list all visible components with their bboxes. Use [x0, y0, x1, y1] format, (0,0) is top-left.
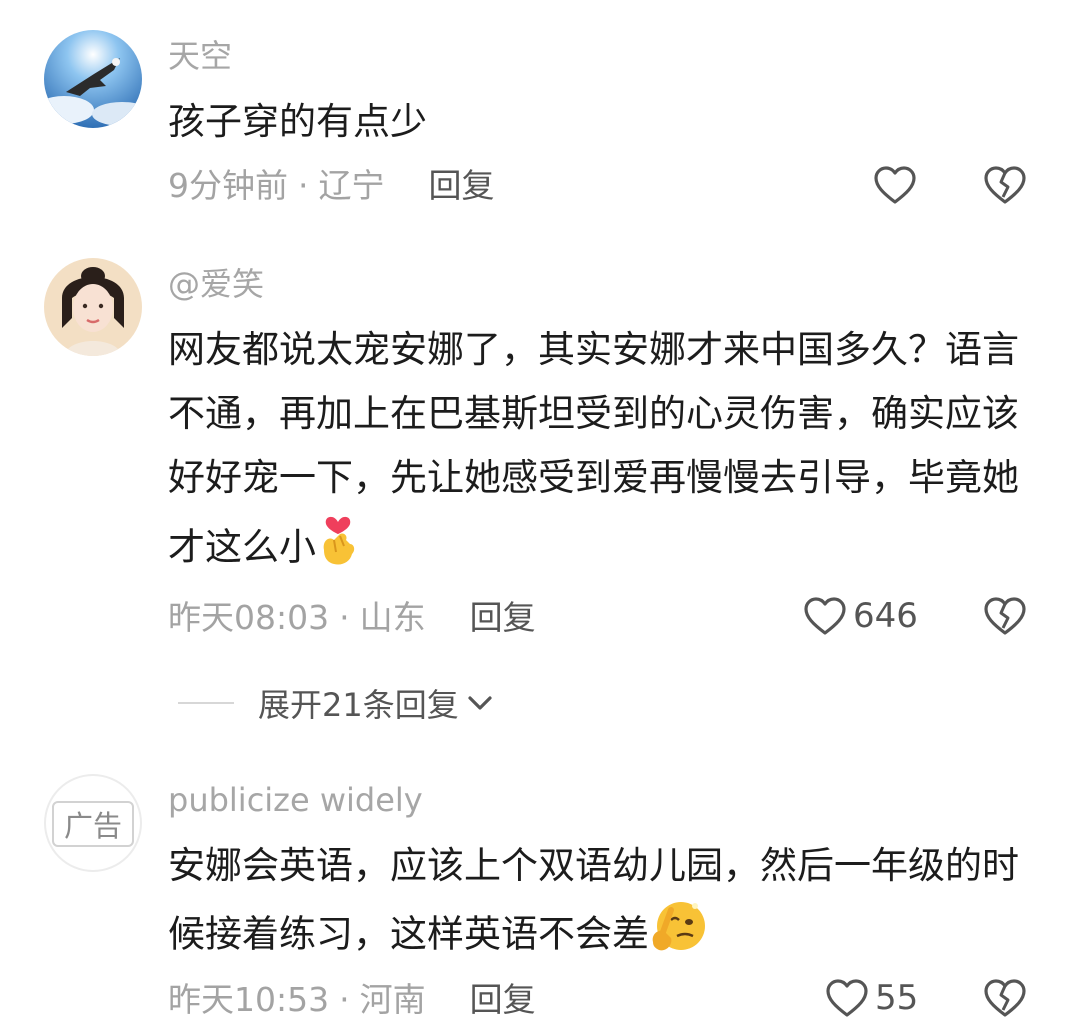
comment-text: 网友都说太宠安娜了，其实安娜才来中国多久？语言不通，再加上在巴基斯坦受到的心灵伤…	[168, 318, 1038, 588]
broken-heart-icon	[984, 597, 1026, 635]
broken-heart-icon	[984, 979, 1026, 1017]
comment-text-content: 网友都说太宠安娜了，其实安娜才来中国多久？语言不通，再加上在巴基斯坦受到的心灵伤…	[168, 328, 1019, 569]
comment-time: 昨天08:03	[168, 598, 330, 637]
heart-icon	[804, 597, 846, 635]
separator-dot: ·	[339, 980, 350, 1019]
chevron-down-icon	[468, 696, 492, 710]
comment-location: 河南	[359, 980, 426, 1019]
like-button[interactable]: 55	[825, 978, 918, 1018]
username[interactable]: 天空	[168, 36, 232, 76]
heart-icon	[826, 979, 868, 1017]
like-button[interactable]: 646	[803, 596, 918, 636]
finger-heart-emoji-icon	[316, 510, 362, 588]
broken-heart-icon	[984, 166, 1026, 204]
like-count: 55	[875, 978, 919, 1018]
eagle-sky-avatar-icon	[44, 30, 142, 128]
dislike-button[interactable]	[983, 596, 1027, 640]
comment-meta: 9分钟前 · 辽宁 回复	[168, 166, 495, 206]
comment-location: 山东	[359, 598, 426, 637]
comment-text: 安娜会英语，应该上个双语幼儿园，然后一年级的时候接着练习，这样英语不会差	[168, 834, 1038, 974]
reply-button[interactable]: 回复	[470, 980, 536, 1019]
username[interactable]: @爱笑	[168, 264, 264, 304]
heart-icon	[874, 166, 916, 204]
avatar[interactable]	[44, 258, 142, 356]
avatar[interactable]: 广告	[44, 774, 142, 872]
comment-time: 9分钟前	[168, 166, 288, 205]
comment-time: 昨天10:53	[168, 980, 330, 1019]
thinking-face-emoji-icon	[649, 898, 707, 974]
separator-dot: ·	[298, 166, 309, 205]
expand-divider	[178, 702, 234, 704]
dislike-button[interactable]	[983, 165, 1027, 209]
username[interactable]: publicize widely	[168, 780, 423, 820]
like-button[interactable]	[873, 165, 917, 205]
reply-button[interactable]: 回复	[470, 598, 536, 637]
comment-text-content: 安娜会英语，应该上个双语幼儿园，然后一年级的时候接着练习，这样英语不会差	[168, 844, 1019, 956]
comment-meta: 昨天08:03 · 山东 回复	[168, 598, 536, 638]
expand-replies-label: 展开21条回复	[258, 686, 459, 724]
comment-text: 孩子穿的有点少	[168, 100, 427, 143]
comment-meta: 昨天10:53 · 河南 回复	[168, 980, 536, 1020]
woman-portrait-avatar-icon	[44, 258, 142, 356]
avatar[interactable]	[44, 30, 142, 128]
reply-button[interactable]: 回复	[429, 166, 495, 205]
separator-dot: ·	[339, 598, 350, 637]
ad-badge: 广告	[52, 801, 134, 847]
dislike-button[interactable]	[983, 978, 1027, 1022]
comment-location: 辽宁	[318, 166, 385, 205]
like-count: 646	[853, 596, 918, 636]
expand-replies-button[interactable]: 展开21条回复	[178, 680, 495, 726]
ad-label: 广告	[63, 809, 122, 843]
